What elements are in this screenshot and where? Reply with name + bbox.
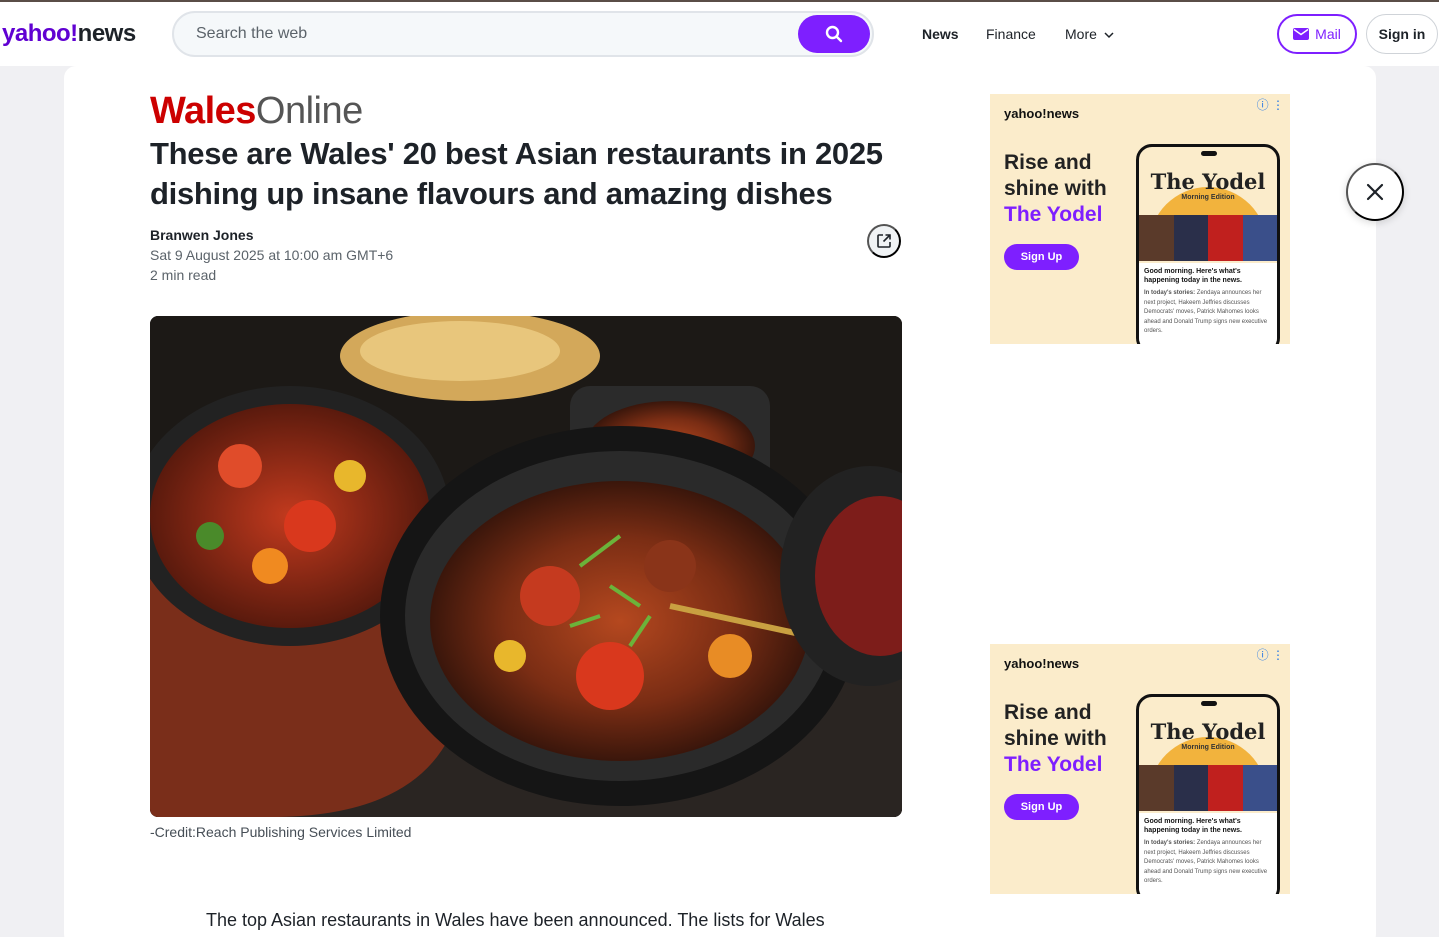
mail-label: Mail [1315, 26, 1341, 42]
face-image [1242, 215, 1277, 261]
phone-text: Good morning. Here's what's happening to… [1139, 263, 1277, 344]
read-time: 2 min read [150, 267, 217, 283]
publisher-logo[interactable]: WalesOnline [150, 90, 363, 133]
sign-in-button[interactable]: Sign in [1366, 14, 1438, 54]
phone-notch [1201, 701, 1217, 706]
ad-yodel-2[interactable]: yahoo!news ⓘ ⋮ Rise and shine with The Y… [990, 644, 1290, 894]
mail-button[interactable]: Mail [1277, 14, 1357, 54]
search-bar [172, 11, 874, 57]
ad-headline: Rise and shine with The Yodel [1004, 151, 1107, 226]
ad-phone-graphic: The Yodel Morning Edition Good morning. … [1136, 144, 1280, 344]
nav-news[interactable]: News [922, 26, 959, 42]
photo-credit: -Credit:Reach Publishing Services Limite… [150, 824, 412, 840]
phone-title: The Yodel [1150, 719, 1266, 744]
face-image [1173, 765, 1208, 811]
close-button[interactable] [1346, 163, 1404, 221]
face-image [1208, 215, 1243, 261]
ad-logo: yahoo!news [1004, 656, 1080, 671]
ad-headline: Rise and shine with The Yodel [1004, 701, 1107, 776]
nav-finance[interactable]: Finance [986, 26, 1036, 42]
nav-more[interactable]: More [1065, 26, 1114, 42]
ad-logo: yahoo!news [1004, 106, 1080, 121]
ad-signup-button[interactable]: Sign Up [1004, 244, 1079, 270]
article-body-first-line: The top Asian restaurants in Wales have … [206, 910, 825, 930]
search-icon [825, 25, 843, 43]
ad-yodel-1[interactable]: yahoo!news ⓘ ⋮ Rise and shine with The Y… [990, 94, 1290, 344]
food-photo-illustration [150, 316, 902, 817]
ad-signup-button[interactable]: Sign Up [1004, 794, 1079, 820]
article-date: Sat 9 August 2025 at 10:00 am GMT+6 [150, 247, 394, 263]
phone-subtitle: Morning Edition [1181, 744, 1235, 751]
search-button[interactable] [798, 15, 870, 53]
article-author[interactable]: Branwen Jones [150, 227, 253, 243]
chevron-down-icon [1104, 32, 1114, 38]
info-icon[interactable]: ⓘ ⋮ [1257, 646, 1284, 663]
site-header: yahoo!news News Finance More Mail Sign i… [0, 2, 1439, 66]
news-faces [1139, 215, 1277, 261]
phone-notch [1201, 151, 1217, 156]
ad-phone-graphic: The Yodel Morning Edition Good morning. … [1136, 694, 1280, 894]
info-icon[interactable]: ⓘ ⋮ [1257, 96, 1284, 113]
face-image [1242, 765, 1277, 811]
yahoo-news-logo[interactable]: yahoo!news [2, 20, 136, 48]
face-image [1139, 765, 1174, 811]
mail-icon [1293, 28, 1310, 40]
face-image [1173, 215, 1208, 261]
share-icon [877, 234, 891, 248]
face-image [1208, 765, 1243, 811]
phone-subtitle: Morning Edition [1181, 194, 1235, 201]
nav-more-label: More [1065, 26, 1097, 42]
phone-title: The Yodel [1150, 169, 1266, 194]
close-icon [1366, 183, 1384, 201]
phone-text: Good morning. Here's what's happening to… [1139, 813, 1277, 894]
share-button[interactable] [867, 224, 901, 258]
face-image [1139, 215, 1174, 261]
news-faces [1139, 765, 1277, 811]
search-input[interactable] [196, 23, 776, 45]
article-title: These are Wales' 20 best Asian restauran… [150, 136, 883, 211]
article-hero-image[interactable] [150, 316, 902, 817]
